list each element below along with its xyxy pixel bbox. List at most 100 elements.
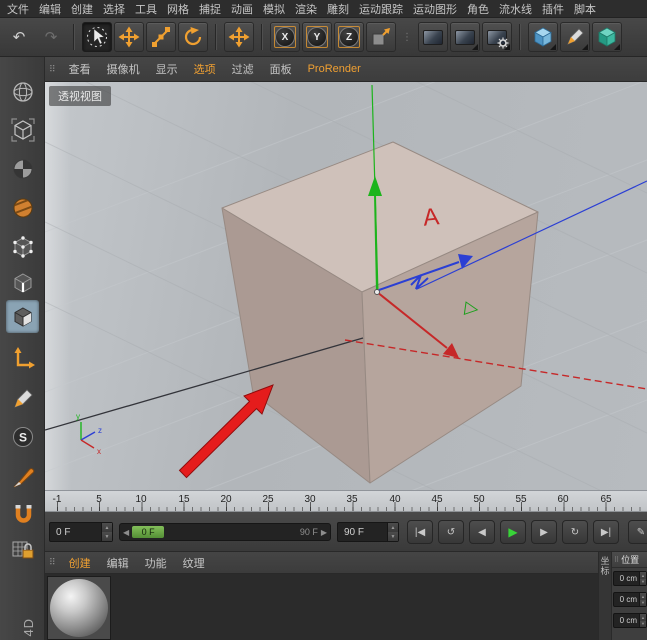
enable-axis-button[interactable] (6, 342, 39, 375)
viewport-menu-cameras[interactable]: 摄像机 (100, 59, 147, 79)
position-x-value[interactable]: 0 cm (614, 574, 639, 583)
menu-item-select[interactable]: 选择 (98, 0, 130, 17)
current-frame-value[interactable]: 0 F (50, 527, 101, 538)
grip-icon[interactable]: ⠿ (614, 556, 619, 564)
render-settings-button[interactable] (482, 22, 512, 52)
stepper-down-icon[interactable]: ▼ (640, 578, 646, 585)
viewport-menu-panel[interactable]: 面板 (263, 59, 299, 79)
lock-y-axis-button[interactable]: Y (302, 22, 332, 52)
position-z-field[interactable]: 0 cm ▲ ▼ (613, 613, 647, 628)
menu-item-edit[interactable]: 编辑 (34, 0, 66, 17)
viewport-canvas[interactable]: A ▷ y z x (45, 82, 647, 490)
workplane-mode-button[interactable] (6, 191, 39, 224)
stepper-down-icon[interactable]: ▼ (640, 620, 646, 627)
menu-item-sculpt[interactable]: 雕刻 (322, 0, 354, 17)
polygons-mode-button[interactable] (6, 300, 39, 333)
viewport-menu-view[interactable]: 查看 (62, 59, 98, 79)
model-mode-button[interactable] (6, 113, 39, 146)
texture-mode-button[interactable] (6, 152, 39, 185)
menu-item-motion-tracker[interactable]: 运动跟踪 (354, 0, 408, 17)
lock-x-axis-button[interactable]: X (270, 22, 300, 52)
move-tool-button[interactable] (114, 22, 144, 52)
position-y-value[interactable]: 0 cm (614, 595, 639, 604)
pen-tool-sidebar-button[interactable] (6, 382, 39, 415)
lock-z-axis-button[interactable]: Z (334, 22, 364, 52)
next-frame-button[interactable]: ▶ (531, 520, 557, 544)
stepper-down-icon[interactable]: ▼ (388, 532, 398, 541)
play-forward-button[interactable]: ▶ (500, 520, 526, 544)
menu-item-pipeline[interactable]: 流水线 (494, 0, 537, 17)
viewport-menu-display[interactable]: 显示 (149, 59, 185, 79)
go-to-end-button[interactable]: ▶| (593, 520, 619, 544)
coordinate-system-button[interactable] (366, 22, 396, 52)
timeline-slider-handle[interactable]: 0 F (132, 526, 165, 538)
slider-left-arrow-icon[interactable]: ◀ (123, 528, 129, 537)
scale-tool-button[interactable] (146, 22, 176, 52)
next-key-button[interactable]: ↻ (562, 520, 588, 544)
primitive-cube-button[interactable] (528, 22, 558, 52)
end-frame-spinner[interactable]: 90 F ▲ ▼ (337, 522, 399, 542)
frame-stepper[interactable]: ▲ ▼ (101, 523, 112, 541)
stepper-down-icon[interactable]: ▼ (640, 599, 646, 606)
last-tool-button[interactable] (224, 22, 254, 52)
previous-key-button[interactable]: ↺ (438, 520, 464, 544)
menu-item-create[interactable]: 创建 (66, 0, 98, 17)
menu-item-plugins[interactable]: 插件 (537, 0, 569, 17)
render-view-button[interactable] (418, 22, 448, 52)
material-menu-function[interactable]: 功能 (137, 554, 175, 572)
menu-item-snap[interactable]: 捕捉 (194, 0, 226, 17)
position-x-field[interactable]: 0 cm ▲ ▼ (613, 571, 647, 586)
menu-item-simulate[interactable]: 模拟 (258, 0, 290, 17)
position-y-stepper[interactable]: ▲ ▼ (639, 593, 646, 606)
menu-item-animate[interactable]: 动画 (226, 0, 258, 17)
grip-icon[interactable]: ⠿ (49, 64, 56, 75)
menu-item-file[interactable]: 文件 (2, 0, 34, 17)
selection-tool-button[interactable] (82, 22, 112, 52)
current-frame-spinner[interactable]: 0 F ▲ ▼ (49, 522, 113, 542)
viewport-label[interactable]: 透视视图 (49, 86, 111, 106)
rotate-tool-button[interactable] (178, 22, 208, 52)
extra-tool-button[interactable] (592, 22, 622, 52)
points-mode-button[interactable] (6, 230, 39, 263)
viewport-menu-options[interactable]: 选项 (187, 59, 223, 79)
timeline-ruler[interactable]: -1 5 10 15 20 25 30 35 40 45 50 55 60 65 (45, 490, 647, 512)
menu-item-mesh[interactable]: 网格 (162, 0, 194, 17)
timeline-slider[interactable]: ◀ 0 F 90 F ▶ (119, 523, 331, 541)
render-picture-viewer-button[interactable] (450, 22, 480, 52)
edges-mode-button[interactable] (6, 266, 39, 299)
grip-icon[interactable]: ⠿ (49, 557, 56, 568)
magnet-snap-button[interactable] (6, 498, 39, 531)
globe-mode-button[interactable] (6, 75, 39, 108)
material-menu-create[interactable]: 创建 (61, 554, 99, 572)
menu-item-script[interactable]: 脚本 (569, 0, 601, 17)
spline-pen-button[interactable] (560, 22, 590, 52)
perspective-viewport[interactable]: 透视视图 A ▷ y z x (45, 82, 647, 490)
material-menu-texture[interactable]: 纹理 (175, 554, 213, 572)
stepper-up-icon[interactable]: ▲ (102, 523, 112, 532)
menu-item-mograph[interactable]: 运动图形 (408, 0, 462, 17)
material-menu-edit[interactable]: 编辑 (99, 554, 137, 572)
position-x-stepper[interactable]: ▲ ▼ (639, 572, 646, 585)
undo-button[interactable]: ↶ (4, 22, 34, 52)
stepper-up-icon[interactable]: ▲ (388, 523, 398, 532)
previous-frame-button[interactable]: ◀ (469, 520, 495, 544)
menu-item-tools[interactable]: 工具 (130, 0, 162, 17)
viewport-menu-prorender[interactable]: ProRender (301, 61, 368, 77)
position-z-value[interactable]: 0 cm (614, 616, 639, 625)
material-preview[interactable] (47, 576, 111, 640)
viewport-menu-filter[interactable]: 过滤 (225, 59, 261, 79)
material-manager-panel[interactable] (45, 574, 598, 640)
keyframe-edit-button[interactable]: ✎ (628, 520, 647, 544)
end-frame-value[interactable]: 90 F (338, 527, 387, 538)
slider-right-arrow-icon[interactable]: ▶ (321, 528, 327, 537)
stepper-down-icon[interactable]: ▼ (102, 532, 112, 541)
snap-button[interactable]: S (6, 420, 39, 453)
menu-item-character[interactable]: 角色 (462, 0, 494, 17)
paint-tool-button[interactable] (6, 460, 39, 493)
redo-button[interactable]: ↷ (36, 22, 66, 52)
menu-item-render[interactable]: 渲染 (290, 0, 322, 17)
position-z-stepper[interactable]: ▲ ▼ (639, 614, 646, 627)
coordinates-tab[interactable]: 坐标 (599, 552, 612, 640)
go-to-start-button[interactable]: |◀ (407, 520, 433, 544)
end-frame-stepper[interactable]: ▲ ▼ (387, 523, 398, 541)
